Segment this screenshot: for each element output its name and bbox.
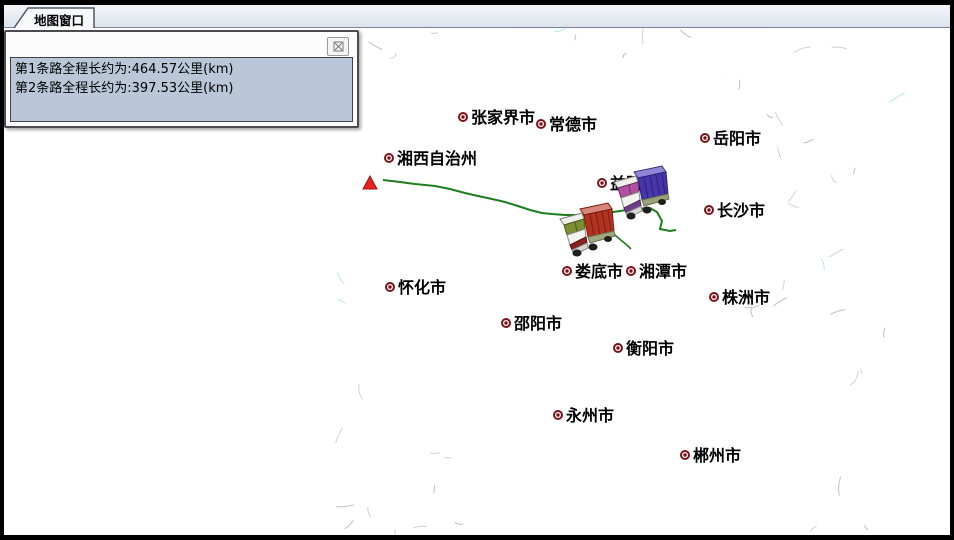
city-marker-3[interactable]: 湘西自治州 (384, 149, 477, 168)
city-marker-icon (703, 136, 706, 139)
city-label: 娄底市 (575, 262, 623, 281)
city-marker-icon (387, 156, 390, 159)
close-icon[interactable] (327, 37, 349, 56)
city-label: 长沙市 (717, 201, 765, 220)
city-marker-icon (683, 453, 686, 456)
city-label: 常德市 (549, 115, 597, 134)
tab-label: 地图窗口 (34, 10, 84, 29)
app-window: 地图窗口 (0, 0, 954, 540)
route-2-length-text: 第2条路全程长约为:397.53公里(km) (15, 80, 348, 99)
city-marker-icon (707, 208, 710, 211)
city-marker-icon (712, 295, 715, 298)
city-marker-icon (556, 413, 559, 416)
city-marker-icon (388, 285, 391, 288)
city-marker-icon (600, 181, 603, 184)
route-info-panel: 第1条路全程长约为:464.57公里(km) 第2条路全程长约为:397.53公… (4, 30, 359, 128)
city-marker-icon (461, 115, 464, 118)
city-label: 株洲市 (722, 288, 770, 307)
city-marker-icon (565, 269, 568, 272)
map-area[interactable]: 张家界市常德市岳阳市湘西自治州益阳市长沙市娄底市湘潭市怀化市株洲市邵阳市衡阳市永… (4, 28, 950, 535)
city-label: 张家界市 (471, 108, 535, 127)
tab-map-window[interactable]: 地图窗口 (12, 7, 96, 28)
route-1-length-text: 第1条路全程长约为:464.57公里(km) (15, 61, 348, 80)
city-label: 怀化市 (398, 278, 446, 297)
city-marker-icon (504, 321, 507, 324)
city-label: 邵阳市 (513, 314, 562, 333)
city-label: 湘潭市 (639, 262, 687, 281)
city-marker-icon (629, 269, 632, 272)
tab-bar: 地图窗口 (4, 5, 950, 28)
route-info-box: 第1条路全程长约为:464.57公里(km) 第2条路全程长约为:397.53公… (10, 57, 353, 122)
city-marker-icon (616, 346, 619, 349)
city-label: 郴州市 (693, 446, 741, 465)
city-label: 湘西自治州 (397, 149, 477, 168)
city-marker-icon (539, 122, 542, 125)
city-label: 衡阳市 (626, 339, 674, 358)
city-label: 永州市 (565, 406, 614, 425)
city-label: 岳阳市 (713, 129, 761, 148)
